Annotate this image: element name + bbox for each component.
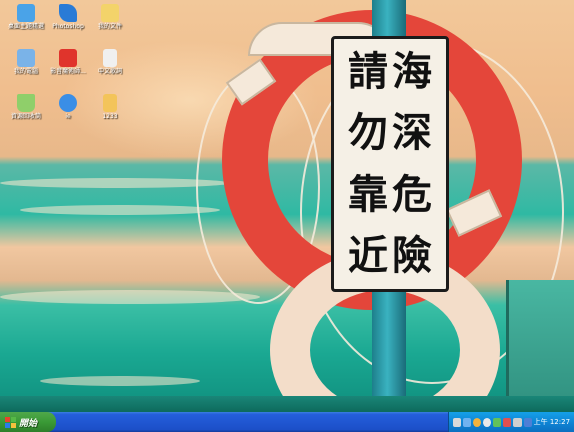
sign-char: 海 (392, 49, 432, 95)
volume-icon[interactable] (513, 417, 522, 427)
disk-icon[interactable] (483, 417, 492, 427)
sign-char: 危 (392, 171, 432, 218)
sign-right-column: 海 深 危 險 (392, 49, 432, 279)
sign-char: 勿 (348, 110, 388, 157)
update-icon[interactable] (493, 417, 502, 427)
desktop-icon-label: 我的文件 (97, 23, 122, 30)
sign-char: 請 (348, 49, 388, 95)
recycle-bin-icon (17, 94, 35, 112)
desktop-icon-label: 中文歌詞 (97, 68, 122, 75)
my-computer-icon (17, 49, 35, 67)
wave-crest (20, 205, 220, 215)
crate (506, 280, 574, 412)
start-label: 開始 (19, 418, 38, 429)
antivirus-icon[interactable] (503, 417, 512, 427)
system-tray: 上午 12:27 (448, 412, 574, 432)
taskbar: 開始 上午 12:27 (0, 412, 574, 432)
clock[interactable]: 上午 12:27 (534, 417, 574, 427)
windows-flag-icon (5, 416, 16, 428)
text-file-icon (103, 49, 117, 67)
wave-crest (0, 290, 260, 304)
start-button[interactable]: 開始 (0, 412, 56, 432)
photoshop-feather-icon (59, 4, 77, 22)
network-icon[interactable] (463, 417, 472, 427)
media-app-icon (59, 49, 77, 67)
warning-sign: 請 勿 靠 近 海 深 危 險 (331, 36, 449, 292)
my-documents-folder-icon (101, 4, 119, 22)
wave-crest (40, 376, 200, 386)
theme-icon (17, 4, 35, 22)
pier-rail (0, 396, 574, 412)
desktop-icon-image-1233[interactable]: 1233 (84, 94, 136, 120)
desktop-icon-label: 1233 (102, 113, 118, 120)
messenger-icon[interactable] (523, 417, 532, 427)
sign-char: 近 (348, 232, 388, 279)
sign-left-column: 請 勿 靠 近 (348, 49, 388, 279)
desktop-icon-my-documents[interactable]: 我的文件 (84, 4, 136, 30)
desktop-icon-lyrics[interactable]: 中文歌詞 (84, 49, 136, 75)
internet-explorer-icon (59, 94, 77, 112)
security-icon[interactable] (473, 417, 482, 427)
sign-char: 靠 (348, 171, 388, 218)
sign-char: 險 (392, 232, 432, 279)
sign-char: 深 (392, 110, 432, 157)
image-file-icon (103, 94, 117, 112)
keyboard-icon[interactable] (453, 417, 462, 427)
